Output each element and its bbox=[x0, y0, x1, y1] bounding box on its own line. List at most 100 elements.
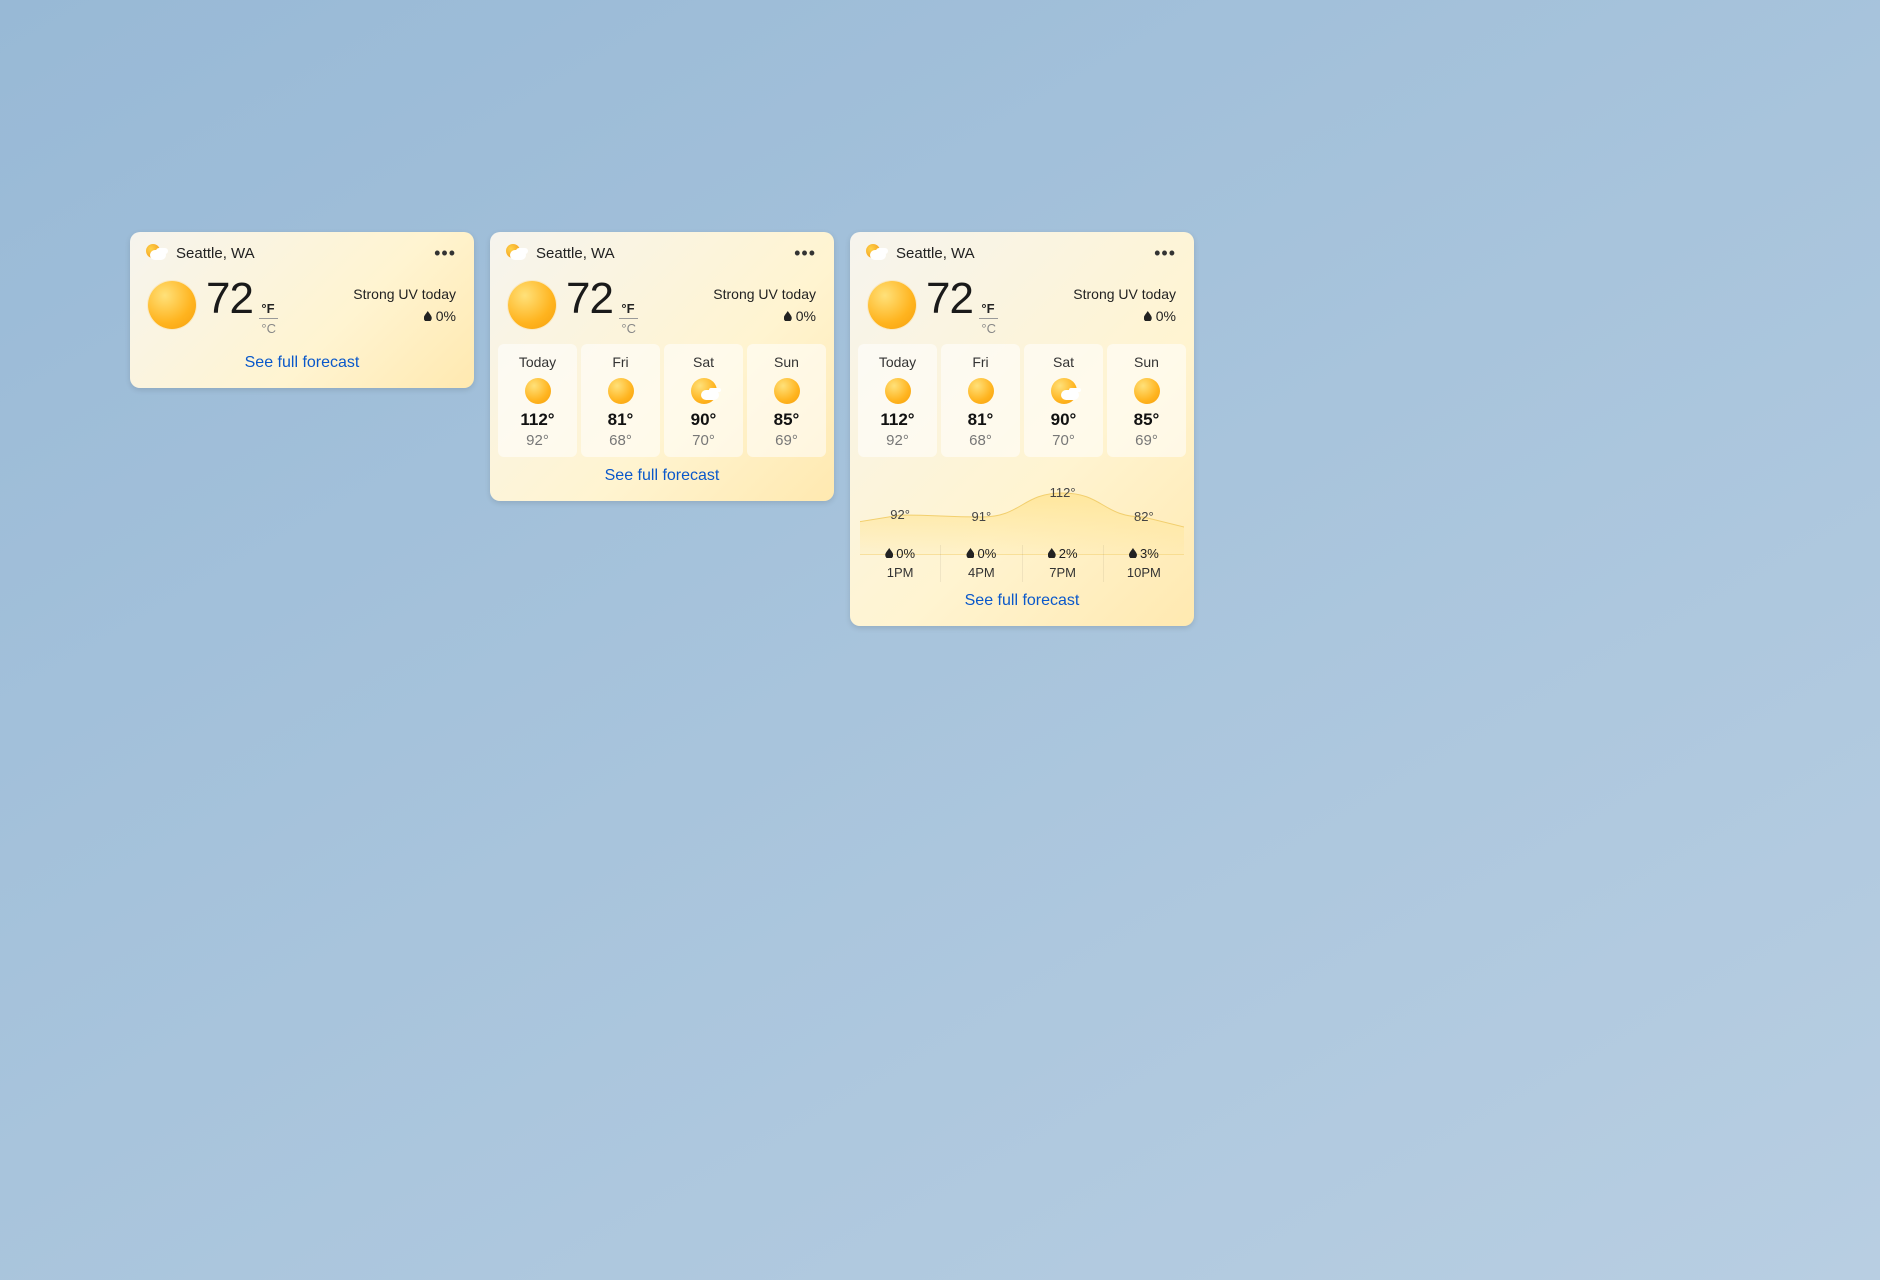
hourly-forecast: 92° 0% 1PM 91° 0% 4PM 112° 2% 7PM 82° 3%… bbox=[860, 475, 1184, 582]
sun-icon bbox=[508, 281, 556, 329]
unit-toggle[interactable]: °F °C bbox=[979, 301, 998, 336]
weather-tagline: Strong UV today bbox=[353, 286, 456, 302]
weather-app-icon bbox=[864, 242, 886, 264]
drop-icon bbox=[784, 311, 792, 321]
weather-widget-small[interactable]: Seattle, WA ••• 72 °F °C Strong UV today… bbox=[130, 232, 474, 388]
forecast-day-label: Fri bbox=[943, 354, 1018, 370]
unit-fahrenheit[interactable]: °F bbox=[259, 301, 278, 319]
forecast-day-3[interactable]: Sun 85° 69° bbox=[1107, 344, 1186, 457]
hour-temperature: 82° bbox=[1104, 509, 1184, 524]
precip-chance: 0% bbox=[1156, 308, 1176, 324]
current-temperature: 72 bbox=[566, 274, 613, 323]
weather-tagline: Strong UV today bbox=[1073, 286, 1176, 302]
forecast-day-0[interactable]: Today 112° 92° bbox=[858, 344, 937, 457]
hour-time: 4PM bbox=[941, 565, 1021, 580]
forecast-day-3[interactable]: Sun 85° 69° bbox=[747, 344, 826, 457]
daily-forecast: Today 112° 92° Fri 81° 68° Sat 90° 70° S… bbox=[850, 344, 1194, 457]
sun-icon bbox=[148, 281, 196, 329]
more-options-button[interactable]: ••• bbox=[430, 244, 460, 262]
hour-precip: 0% bbox=[885, 546, 915, 561]
current-temperature: 72 bbox=[206, 274, 253, 323]
forecast-day-label: Today bbox=[500, 354, 575, 370]
unit-fahrenheit[interactable]: °F bbox=[979, 301, 998, 319]
more-options-button[interactable]: ••• bbox=[790, 244, 820, 262]
forecast-day-low: 92° bbox=[860, 432, 935, 449]
sun-icon bbox=[525, 378, 551, 404]
see-full-forecast-link[interactable]: See full forecast bbox=[850, 582, 1194, 626]
unit-celsius[interactable]: °C bbox=[259, 319, 278, 336]
weather-widget-medium[interactable]: Seattle, WA ••• 72 °F °C Strong UV today… bbox=[490, 232, 834, 501]
drop-icon bbox=[424, 311, 432, 321]
hour-time: 10PM bbox=[1104, 565, 1184, 580]
forecast-day-1[interactable]: Fri 81° 68° bbox=[941, 344, 1020, 457]
unit-toggle[interactable]: °F °C bbox=[619, 301, 638, 336]
forecast-day-label: Sun bbox=[749, 354, 824, 370]
forecast-day-label: Today bbox=[860, 354, 935, 370]
forecast-day-high: 90° bbox=[1026, 410, 1101, 430]
drop-icon bbox=[1048, 548, 1056, 558]
forecast-hour-1[interactable]: 91° 0% 4PM bbox=[941, 545, 1022, 582]
drop-icon bbox=[1144, 311, 1152, 321]
hour-precip: 2% bbox=[1048, 546, 1078, 561]
current-temperature: 72 bbox=[926, 274, 973, 323]
unit-celsius[interactable]: °C bbox=[979, 319, 998, 336]
forecast-day-high: 81° bbox=[943, 410, 1018, 430]
hour-time: 7PM bbox=[1023, 565, 1103, 580]
forecast-day-high: 90° bbox=[666, 410, 741, 430]
forecast-day-low: 70° bbox=[1026, 432, 1101, 449]
unit-celsius[interactable]: °C bbox=[619, 319, 638, 336]
forecast-day-label: Sat bbox=[1026, 354, 1101, 370]
sun-icon bbox=[885, 378, 911, 404]
forecast-day-low: 69° bbox=[749, 432, 824, 449]
forecast-day-high: 112° bbox=[500, 410, 575, 430]
hour-precip: 3% bbox=[1129, 546, 1159, 561]
weather-app-icon bbox=[504, 242, 526, 264]
hour-time: 1PM bbox=[860, 565, 940, 580]
hour-temperature: 91° bbox=[941, 509, 1021, 524]
sun-icon bbox=[608, 378, 634, 404]
forecast-day-low: 70° bbox=[666, 432, 741, 449]
weather-widget-large[interactable]: Seattle, WA ••• 72 °F °C Strong UV today… bbox=[850, 232, 1194, 626]
sun-icon bbox=[774, 378, 800, 404]
forecast-day-2[interactable]: Sat 90° 70° bbox=[1024, 344, 1103, 457]
forecast-day-1[interactable]: Fri 81° 68° bbox=[581, 344, 660, 457]
sun-icon bbox=[1134, 378, 1160, 404]
hour-temperature: 112° bbox=[1023, 485, 1103, 500]
see-full-forecast-link[interactable]: See full forecast bbox=[130, 344, 474, 388]
forecast-day-label: Sat bbox=[666, 354, 741, 370]
unit-fahrenheit[interactable]: °F bbox=[619, 301, 638, 319]
sun-icon bbox=[968, 378, 994, 404]
precip-chance: 0% bbox=[796, 308, 816, 324]
see-full-forecast-link[interactable]: See full forecast bbox=[490, 457, 834, 501]
forecast-day-high: 85° bbox=[1109, 410, 1184, 430]
drop-icon bbox=[885, 548, 893, 558]
weather-app-icon bbox=[144, 242, 166, 264]
forecast-hour-0[interactable]: 92° 0% 1PM bbox=[860, 545, 941, 582]
forecast-day-2[interactable]: Sat 90° 70° bbox=[664, 344, 743, 457]
sun-icon bbox=[868, 281, 916, 329]
drop-icon bbox=[1129, 548, 1137, 558]
forecast-day-label: Sun bbox=[1109, 354, 1184, 370]
weather-tagline: Strong UV today bbox=[713, 286, 816, 302]
hour-precip: 0% bbox=[966, 546, 996, 561]
forecast-day-low: 68° bbox=[583, 432, 658, 449]
forecast-day-low: 69° bbox=[1109, 432, 1184, 449]
forecast-day-0[interactable]: Today 112° 92° bbox=[498, 344, 577, 457]
forecast-day-low: 68° bbox=[943, 432, 1018, 449]
sun-cloud-icon bbox=[691, 378, 717, 404]
unit-toggle[interactable]: °F °C bbox=[259, 301, 278, 336]
forecast-hour-3[interactable]: 82° 3% 10PM bbox=[1104, 545, 1184, 582]
forecast-hour-2[interactable]: 112° 2% 7PM bbox=[1023, 545, 1104, 582]
forecast-day-high: 85° bbox=[749, 410, 824, 430]
more-options-button[interactable]: ••• bbox=[1150, 244, 1180, 262]
forecast-day-high: 112° bbox=[860, 410, 935, 430]
sun-cloud-icon bbox=[1051, 378, 1077, 404]
precip-chance: 0% bbox=[436, 308, 456, 324]
forecast-day-label: Fri bbox=[583, 354, 658, 370]
forecast-day-high: 81° bbox=[583, 410, 658, 430]
forecast-day-low: 92° bbox=[500, 432, 575, 449]
location-label: Seattle, WA bbox=[896, 245, 1140, 262]
location-label: Seattle, WA bbox=[536, 245, 780, 262]
drop-icon bbox=[966, 548, 974, 558]
location-label: Seattle, WA bbox=[176, 245, 420, 262]
